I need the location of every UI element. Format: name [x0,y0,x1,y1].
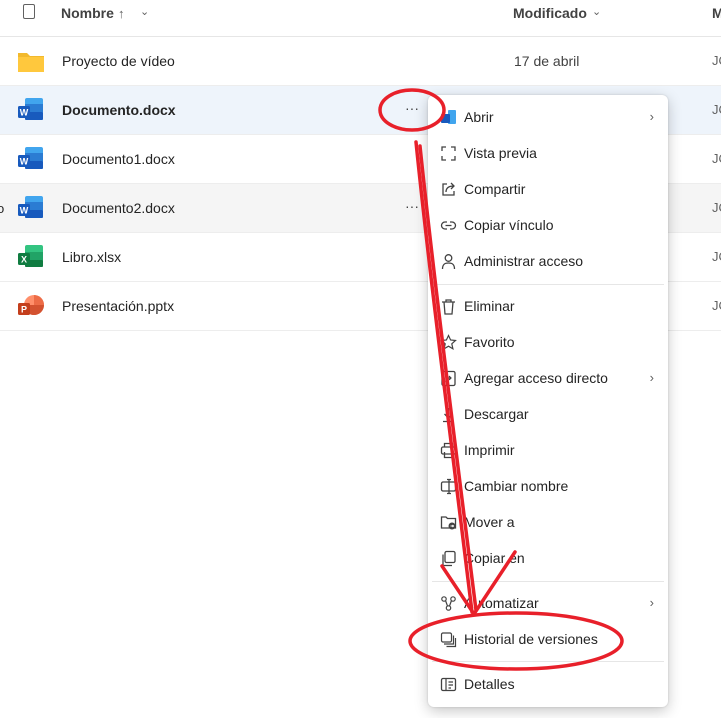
menu-item-label: Copiar en [464,550,525,566]
modified-date: 17 de abril [514,53,580,69]
menu-divider [432,284,664,285]
modified-by: JO [712,298,721,313]
version-history-icon [440,632,457,648]
powerpoint-icon: P [18,295,44,315]
menu-item-abrir[interactable]: Abrir › [428,100,668,134]
menu-item-label: Mover a [464,514,515,530]
menu-item-label: Historial de versiones [464,631,598,647]
file-name[interactable]: Presentación.pptx [62,298,174,314]
modified-by-column-header[interactable]: M [712,5,721,21]
menu-item-label: Automatizar [464,595,539,611]
svg-text:P: P [21,305,27,315]
menu-item-compartir[interactable]: Compartir [428,172,668,206]
details-icon [440,677,457,692]
link-icon [440,221,457,230]
file-row[interactable]: Proyecto de vídeo 17 de abril JO [0,37,721,86]
column-header: Nombre ↑ ⌄ Modificado ⌄ M [0,0,721,37]
name-column-header[interactable]: Nombre [61,5,114,21]
copy-icon [442,550,456,567]
modified-by: JO [712,200,721,215]
modified-by: JO [712,53,721,68]
menu-item-descargar[interactable]: Descargar [428,397,668,431]
menu-item-copiar-vinculo[interactable]: Copiar vínculo [428,208,668,242]
more-options-icon[interactable]: ··· [405,100,419,116]
menu-item-label: Descargar [464,406,529,422]
print-icon [440,442,457,459]
star-icon [440,334,457,351]
menu-item-historial-de-versiones[interactable]: Historial de versiones [428,622,668,656]
excel-icon: X [18,245,43,267]
context-menu: Abrir › Vista previa Compartir Copiar ví… [428,95,668,707]
menu-item-label: Abrir [464,109,494,125]
menu-item-label: Compartir [464,181,526,197]
svg-text:X: X [21,255,27,265]
menu-divider [432,581,664,582]
preview-icon [441,146,456,161]
shortcut-icon [441,370,456,387]
menu-item-detalles[interactable]: Detalles [428,667,668,701]
svg-text:W: W [20,108,29,118]
menu-item-administrar-acceso[interactable]: Administrar acceso [428,244,668,278]
word-icon: W [18,98,43,120]
modified-by: JO [712,151,721,166]
chevron-down-icon[interactable]: ⌄ [140,5,149,18]
menu-item-vista-previa[interactable]: Vista previa [428,136,668,170]
menu-item-label: Eliminar [464,298,515,314]
menu-item-eliminar[interactable]: Eliminar [428,289,668,323]
menu-item-imprimir[interactable]: Imprimir [428,433,668,467]
menu-item-label: Imprimir [464,442,515,458]
share-icon [442,182,455,196]
automate-icon [441,596,456,611]
menu-item-favorito[interactable]: Favorito [428,325,668,359]
modified-by: JO [712,249,721,264]
menu-item-label: Copiar vínculo [464,217,554,233]
menu-item-label: Favorito [464,334,515,350]
menu-item-label: Administrar acceso [464,253,584,269]
word-icon: W [18,147,43,169]
trash-icon [442,299,455,315]
file-name[interactable]: Libro.xlsx [62,249,121,265]
menu-item-mover-a[interactable]: Mover a [428,505,668,539]
menu-item-label: Cambiar nombre [464,478,569,494]
open-icon [441,110,456,124]
download-icon [443,408,454,423]
menu-item-cambiar-nombre[interactable]: Cambiar nombre [428,469,668,503]
sort-ascending-icon[interactable]: ↑ [118,6,125,21]
person-icon [441,254,456,270]
row-checkbox[interactable]: o [0,201,4,216]
menu-item-label: Agregar acceso directo [464,370,608,386]
chevron-down-icon[interactable]: ⌄ [592,5,601,18]
menu-item-agregar-acceso-directo[interactable]: Agregar acceso directo › [428,361,668,395]
file-type-icon[interactable] [23,4,35,19]
rename-icon [440,478,457,495]
word-icon: W [18,196,43,218]
chevron-right-icon: › [649,595,654,610]
more-options-icon[interactable]: ··· [405,198,419,214]
menu-item-label: Detalles [464,676,515,692]
move-icon [440,516,457,530]
folder-icon [18,53,44,72]
chevron-right-icon: › [649,109,654,124]
file-name[interactable]: Documento2.docx [62,200,175,216]
menu-item-label: Vista previa [464,145,537,161]
modified-column-header[interactable]: Modificado [513,5,587,21]
menu-item-automatizar[interactable]: Automatizar › [428,586,668,620]
menu-divider [432,661,664,662]
menu-item-copiar-en[interactable]: Copiar en [428,541,668,575]
file-name[interactable]: Proyecto de vídeo [62,53,175,69]
svg-text:W: W [20,157,29,167]
file-name[interactable]: Documento.docx [62,102,176,118]
chevron-right-icon: › [649,370,654,385]
modified-by: JO [712,102,721,117]
file-name[interactable]: Documento1.docx [62,151,175,167]
svg-text:W: W [20,206,29,216]
